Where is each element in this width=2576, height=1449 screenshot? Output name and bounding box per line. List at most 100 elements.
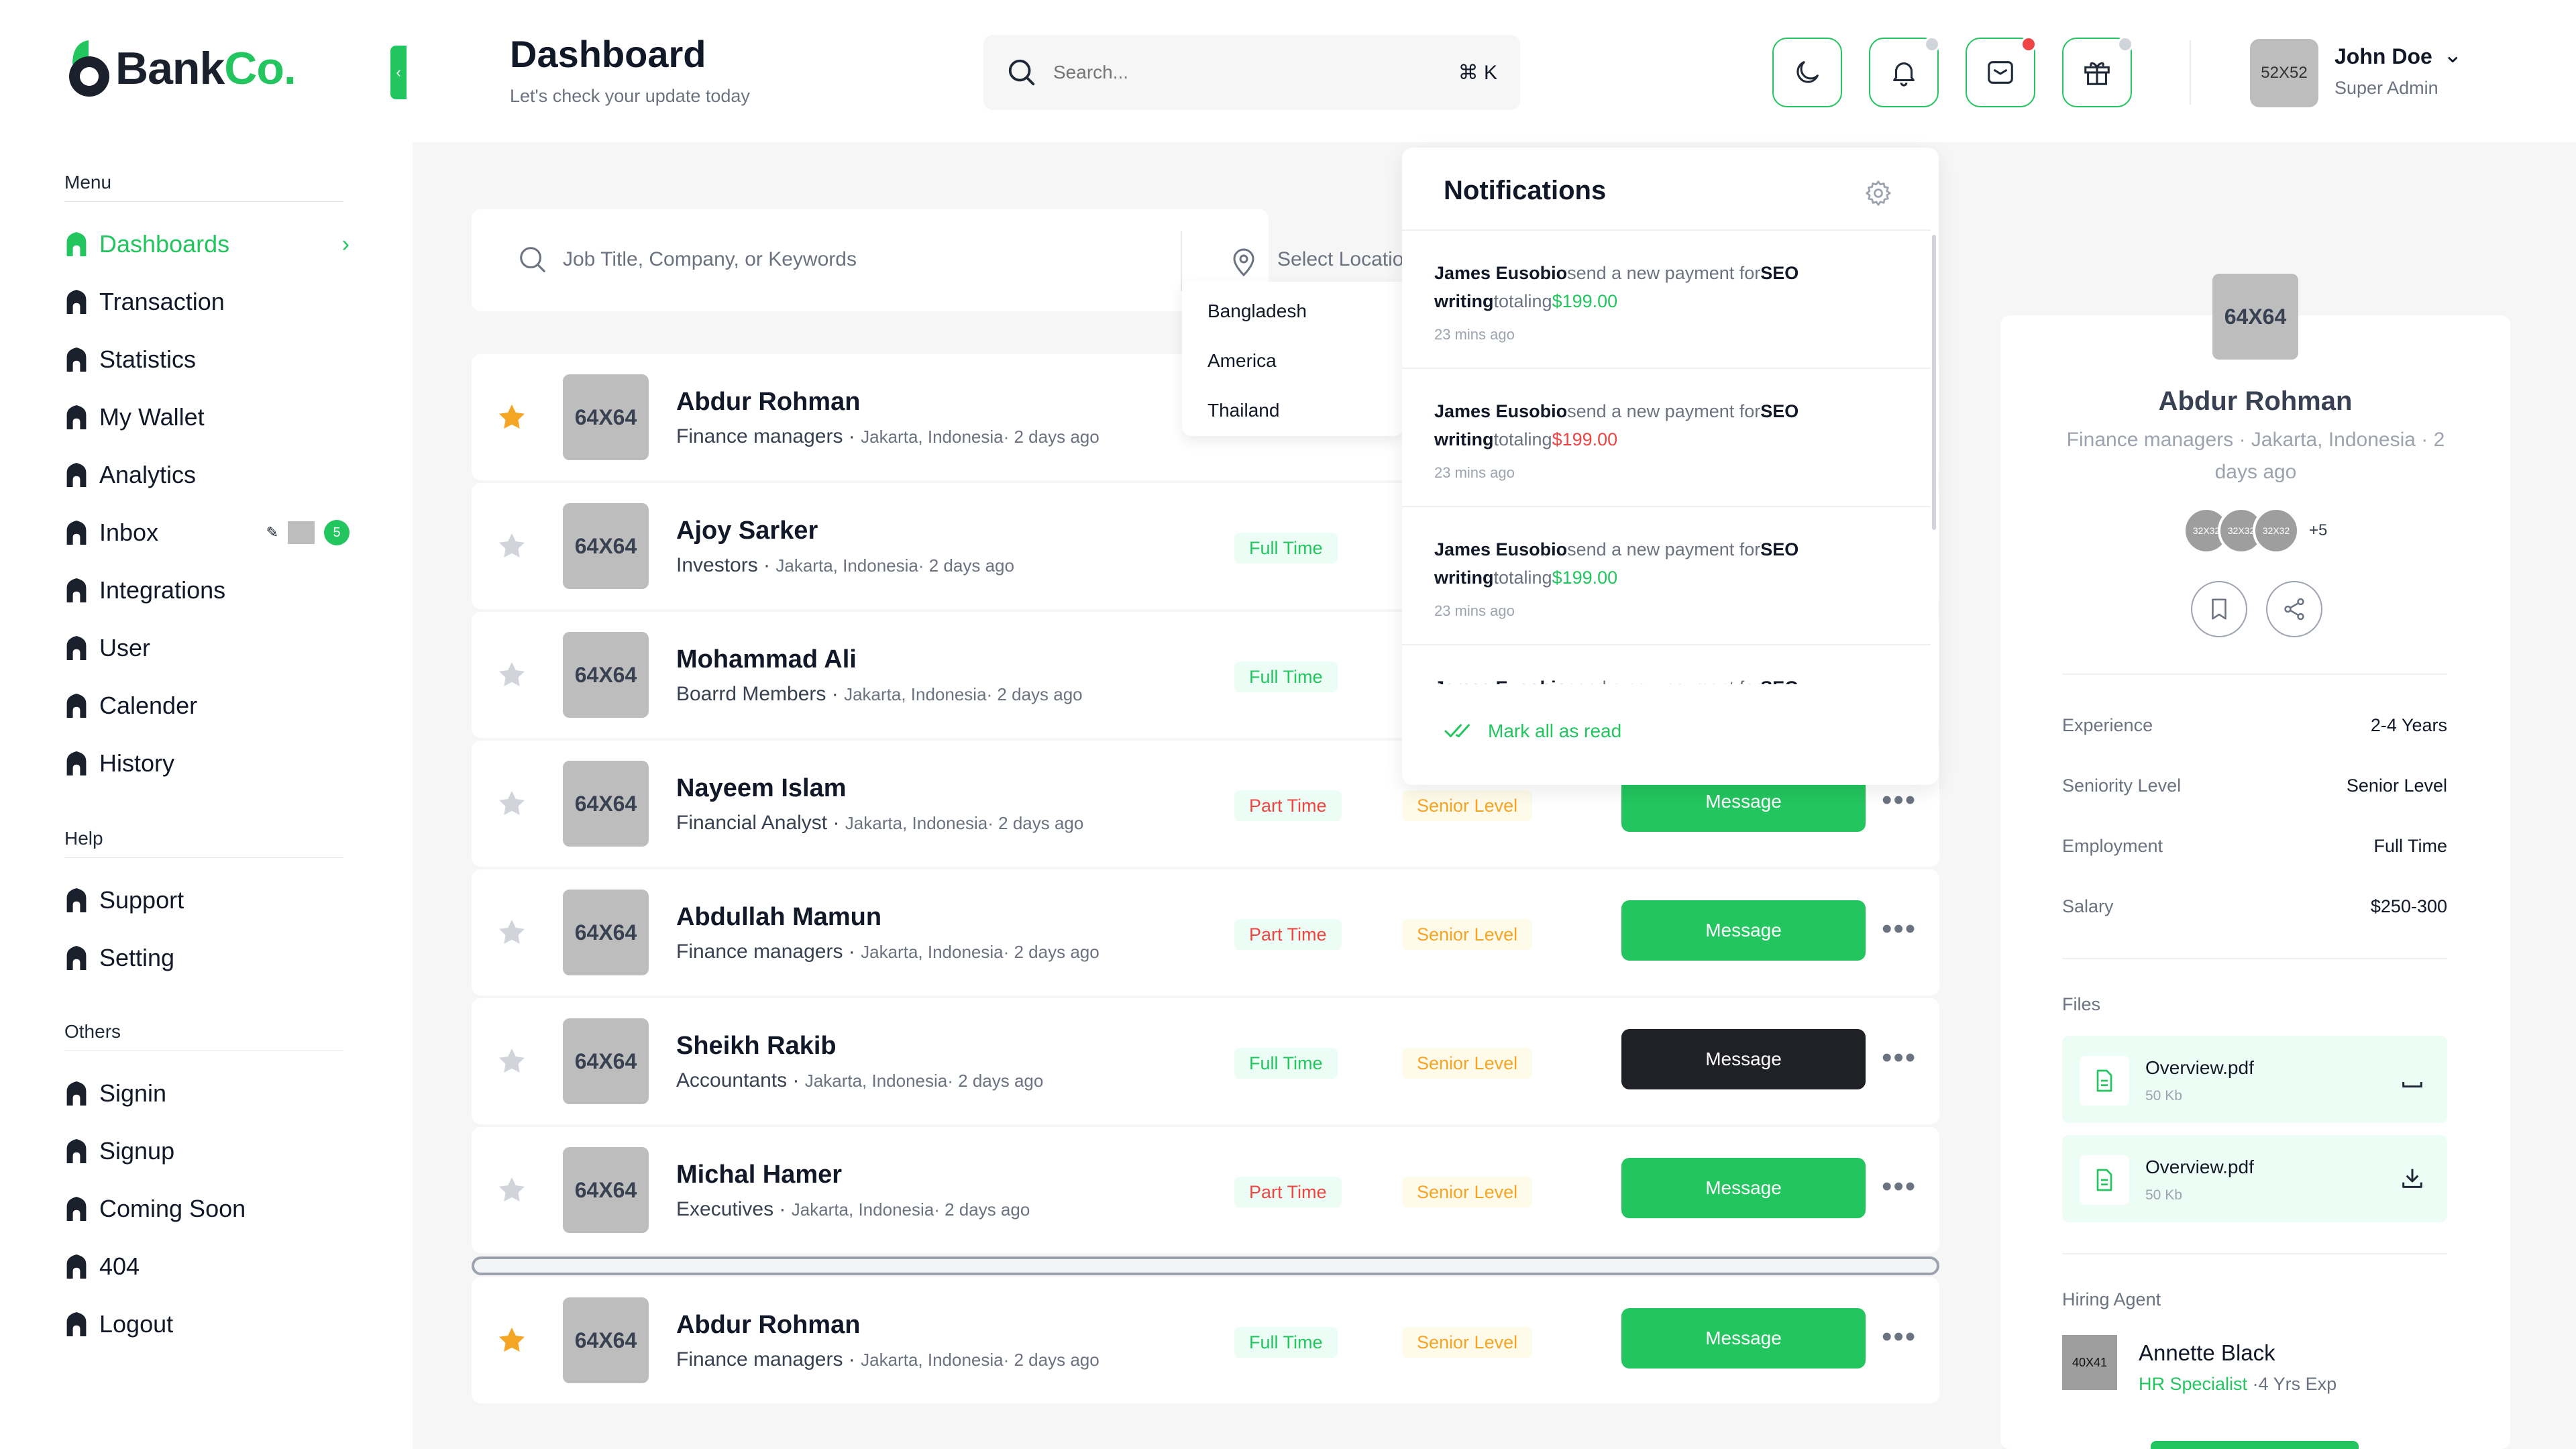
download-icon[interactable] [2399, 1165, 2426, 1191]
theme-toggle-button[interactable] [1772, 38, 1842, 107]
more-options-icon[interactable]: ••• [1882, 1041, 1917, 1075]
house-icon [66, 1139, 87, 1163]
page-subtitle: Let's check your update today [510, 86, 750, 106]
sidebar-item-integrations[interactable]: Integrations [64, 570, 350, 610]
message-button[interactable]: Message [1621, 1308, 1866, 1368]
sidebar-item-coming-soon[interactable]: Coming Soon [64, 1189, 350, 1229]
level-badge: Senior Level [1402, 790, 1533, 821]
double-check-icon [1444, 724, 1470, 737]
candidate-name[interactable]: Michal Hamer [676, 1161, 842, 1189]
horizontal-scrollbar[interactable] [472, 1256, 1939, 1275]
more-options-icon[interactable]: ••• [1882, 784, 1917, 817]
sidebar-item-label: Analytics [99, 461, 197, 488]
notification-item[interactable]: James Eusobiosend a new payment forSEO wr… [1402, 229, 1931, 368]
sidebar-item-404[interactable]: 404 [64, 1246, 350, 1287]
star-icon[interactable] [496, 530, 528, 562]
star-icon[interactable] [496, 788, 528, 820]
sidebar-item-support[interactable]: Support [64, 880, 350, 920]
brand-logo[interactable]: BankCo. [66, 38, 297, 99]
message-button[interactable]: Message [1621, 1158, 1866, 1218]
message-button[interactable]: Message [1621, 1029, 1866, 1089]
house-icon [66, 1197, 87, 1221]
location-option[interactable]: Bangladesh [1208, 301, 1307, 322]
detail-value: Full Time [2373, 836, 2447, 856]
location-option[interactable]: Thailand [1208, 400, 1279, 421]
sidebar-item-logout[interactable]: Logout [64, 1304, 350, 1344]
bookmark-button[interactable] [2191, 581, 2247, 637]
profile-meta: Finance managers · Jakarta, Indonesia · … [2066, 429, 2445, 483]
sidebar-item-signin[interactable]: Signin [64, 1073, 350, 1114]
gear-icon[interactable] [1864, 178, 1893, 208]
unread-dot [2021, 36, 2037, 52]
collapse-sidebar-button[interactable]: ‹ [390, 46, 407, 99]
house-icon [66, 578, 87, 602]
candidate-meta: Accountants · Jakarta, Indonesia· 2 days… [676, 1069, 1044, 1091]
sidebar-item-user[interactable]: User [64, 628, 350, 668]
gift-button[interactable] [2062, 36, 2133, 107]
candidate-name[interactable]: Abdullah Mamun [676, 903, 881, 932]
keyword-input[interactable]: Job Title, Company, or Keywords [563, 248, 857, 271]
agent-avatar: 40X41 [2062, 1335, 2117, 1390]
user-name[interactable]: John Doe [2334, 44, 2432, 69]
search-bar[interactable]: ⌘ K [983, 35, 1520, 110]
sidebar-item-transaction[interactable]: Transaction [64, 282, 350, 322]
candidate-name[interactable]: Mohammad Ali [676, 645, 857, 674]
mark-all-read-button[interactable]: Mark all as read [1444, 720, 1621, 742]
notification-time: 23 mins ago [1434, 326, 1515, 343]
chevron-down-icon[interactable]: ⌄ [2443, 42, 2463, 68]
house-icon [66, 347, 87, 372]
star-icon[interactable] [496, 916, 528, 949]
sidebar-item-inbox[interactable]: Inbox ✎ 5 [64, 513, 350, 553]
candidate-meta: Financial Analyst · Jakarta, Indonesia· … [676, 812, 1084, 834]
notification-item[interactable]: James Eusobiosend a new payment forSEO wr… [1402, 506, 1931, 644]
messages-button[interactable] [1966, 36, 2037, 107]
job-row[interactable]: 64X64 Michal Hamer Executives · Jakarta, I… [472, 1127, 1939, 1253]
location-select[interactable]: Select Location [1277, 248, 1405, 271]
notifications-button[interactable] [1869, 36, 1940, 107]
contact-agent-button[interactable] [2151, 1441, 2359, 1449]
more-options-icon[interactable]: ••• [1882, 1320, 1917, 1354]
notification-item[interactable]: James Eusobiosend a new payment forSEO wr… [1402, 368, 1931, 506]
sidebar: BankCo. ‹ Menu Dashboards › Transaction Sta… [0, 0, 413, 1449]
candidate-name[interactable]: Nayeem Islam [676, 774, 847, 803]
more-options-icon[interactable]: ••• [1882, 1170, 1917, 1203]
sidebar-item-analytics[interactable]: Analytics [64, 455, 350, 495]
file-item[interactable]: Overview.pdf 50 Kb [2062, 1135, 2447, 1222]
notifications-scrollbar[interactable] [1932, 235, 1936, 530]
message-button[interactable]: Message [1621, 900, 1866, 961]
location-option[interactable]: America [1208, 350, 1277, 372]
sidebar-item-my-wallet[interactable]: My Wallet [64, 397, 350, 437]
sidebar-item-signup[interactable]: Signup [64, 1131, 350, 1171]
house-icon [66, 232, 87, 256]
gift-icon [2084, 62, 2110, 85]
sidebar-item-calender[interactable]: Calender [64, 686, 350, 726]
user-avatar[interactable]: 52X52 [2250, 39, 2318, 107]
sidebar-item-label: My Wallet [99, 403, 205, 431]
star-icon[interactable] [496, 1324, 528, 1356]
star-icon[interactable] [496, 659, 528, 691]
candidate-name[interactable]: Abdur Rohman [676, 388, 860, 417]
divider [64, 857, 343, 858]
candidate-name[interactable]: Sheikh Rakib [676, 1032, 837, 1061]
sidebar-item-dashboards[interactable]: Dashboards › [64, 224, 350, 264]
candidate-name[interactable]: Abdur Rohman [676, 1311, 860, 1340]
download-icon[interactable] [2399, 1065, 2426, 1092]
pencil-icon: ✎ [266, 524, 278, 541]
star-icon[interactable] [496, 1174, 528, 1206]
share-button[interactable] [2266, 581, 2322, 637]
star-icon[interactable] [496, 401, 528, 433]
star-icon[interactable] [496, 1045, 528, 1077]
job-row[interactable]: 64X64 Abdur Rohman Finance managers · Jaka… [472, 1277, 1939, 1403]
sidebar-item-label: Inbox [99, 519, 159, 546]
sidebar-item-setting[interactable]: Setting [64, 938, 350, 978]
job-row[interactable]: 64X64 Abdullah Mamun Finance managers · Ja… [472, 869, 1939, 996]
search-input[interactable] [1052, 61, 1403, 84]
more-options-icon[interactable]: ••• [1882, 912, 1917, 946]
sidebar-item-history[interactable]: History [64, 743, 350, 784]
sidebar-item-statistics[interactable]: Statistics [64, 339, 350, 380]
candidate-name[interactable]: Ajoy Sarker [676, 517, 818, 545]
job-row[interactable]: 64X64 Sheikh Rakib Accountants · Jakarta, … [472, 998, 1939, 1124]
file-item[interactable]: Overview.pdf 50 Kb [2062, 1036, 2447, 1123]
status-dot [1924, 36, 1940, 52]
sidebar-item-label: 404 [99, 1252, 140, 1280]
